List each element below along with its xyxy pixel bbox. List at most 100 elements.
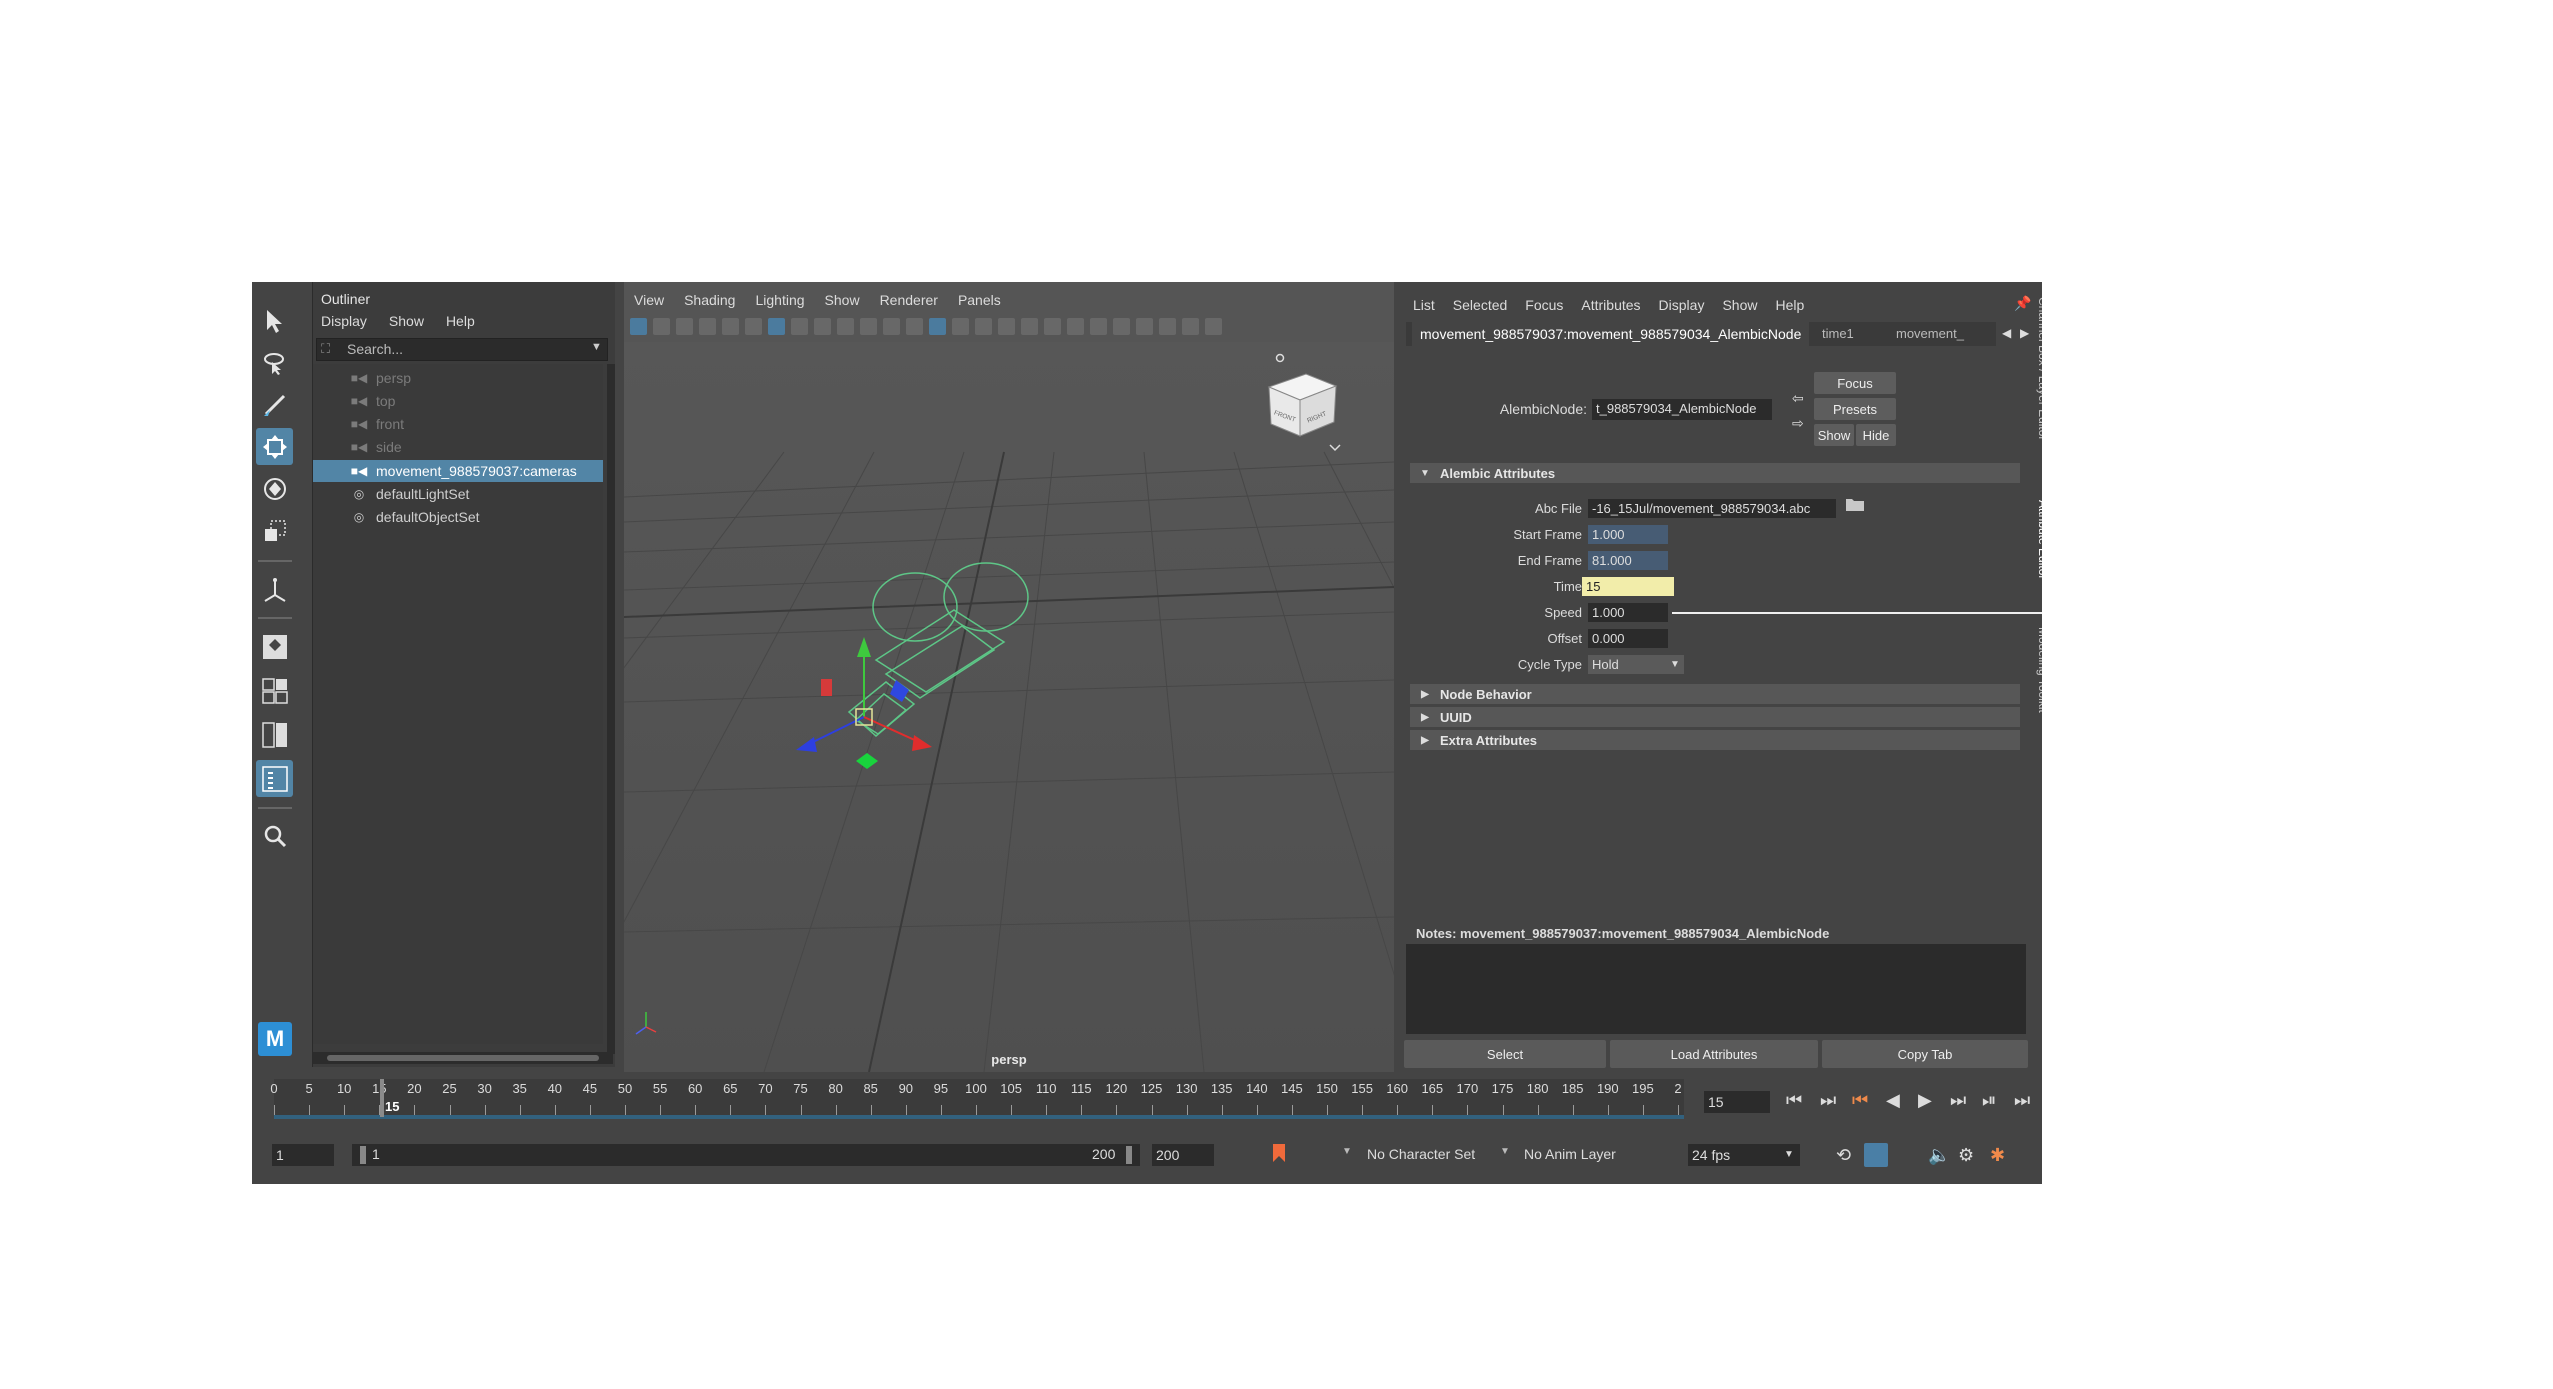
viewport-menu-renderer[interactable]: Renderer	[880, 292, 938, 308]
copy-tab-button[interactable]: Copy Tab	[1822, 1040, 2028, 1068]
folder-icon[interactable]	[1845, 496, 1865, 512]
output-connection-icon[interactable]: ⇨	[1792, 415, 1804, 432]
ae-menu-selected[interactable]: Selected	[1453, 297, 1507, 313]
input-connection-icon[interactable]: ⇦	[1792, 390, 1804, 407]
four-view-layout-icon[interactable]	[256, 672, 293, 709]
lasso-tool-icon[interactable]	[256, 344, 293, 381]
ae-menu-attributes[interactable]: Attributes	[1581, 297, 1640, 313]
play-backwards-icon[interactable]: ◀	[1886, 1091, 1900, 1109]
tab-scroll-right-icon[interactable]: ▶	[2020, 326, 2029, 340]
current-frame-field[interactable]: 15	[1704, 1091, 1770, 1113]
viewport-menu-view[interactable]: View	[634, 292, 664, 308]
ambient-occlusion-icon[interactable]	[1067, 317, 1084, 335]
start-frame-field[interactable]: 1.000	[1588, 525, 1668, 544]
select-button[interactable]: Select	[1404, 1040, 1606, 1068]
gate-mask-icon[interactable]	[837, 317, 854, 335]
search-input[interactable]: Search...	[347, 341, 403, 357]
current-time-indicator[interactable]	[380, 1079, 384, 1117]
outliner-persp-layout-icon[interactable]	[256, 760, 293, 797]
wireframe-on-shaded-icon[interactable]	[975, 317, 992, 335]
time-field[interactable]: 15	[1582, 577, 1674, 596]
select-camera-icon[interactable]	[630, 317, 647, 335]
load-attributes-button[interactable]: Load Attributes	[1610, 1040, 1818, 1068]
section-alembic-attributes[interactable]: ▼ Alembic Attributes	[1410, 463, 2020, 483]
outliner-item-side[interactable]: ■◀ side	[313, 436, 603, 458]
chevron-down-icon[interactable]: ▼	[1500, 1146, 1510, 1157]
node-name-field[interactable]: t_988579034_AlembicNode	[1592, 399, 1772, 420]
range-slider[interactable]: 1 200	[352, 1144, 1140, 1166]
maya-logo-icon[interactable]: M	[258, 1022, 292, 1056]
speed-slider[interactable]	[1672, 612, 2042, 614]
loop-icon[interactable]: ⟲	[1836, 1146, 1851, 1164]
ae-menu-show[interactable]: Show	[1722, 297, 1757, 313]
side-tab-modeling-toolkit[interactable]: Modeling Toolkit	[2030, 627, 2042, 713]
zoom-search-icon[interactable]	[256, 817, 293, 854]
safe-action-icon[interactable]	[883, 317, 900, 335]
image-plane-icon[interactable]	[699, 317, 716, 335]
viewport-menu-lighting[interactable]: Lighting	[755, 292, 804, 308]
field-chart-icon[interactable]	[860, 317, 877, 335]
step-forward-key-icon[interactable]: ⏯	[1982, 1091, 1996, 1109]
character-controls-icon[interactable]: ✱	[1990, 1146, 2005, 1164]
bookmark-icon[interactable]	[676, 317, 693, 335]
motion-blur-icon[interactable]	[1090, 317, 1107, 335]
xray-joints-icon[interactable]	[1205, 317, 1222, 335]
anim-layer-dropdown[interactable]: No Anim Layer	[1524, 1146, 1616, 1162]
step-back-frame-icon[interactable]: ⏮	[1852, 1091, 1868, 1109]
viewport-menu-shading[interactable]: Shading	[684, 292, 735, 308]
film-gate-icon[interactable]	[791, 317, 808, 335]
default-material-icon[interactable]	[952, 317, 969, 335]
presets-button[interactable]: Presets	[1814, 398, 1896, 420]
section-node-behavior[interactable]: ▶ Node Behavior	[1410, 684, 2020, 704]
tab-scroll-left-icon[interactable]: ◀	[2002, 326, 2011, 340]
use-all-lights-icon[interactable]	[1021, 317, 1038, 335]
move-tool-icon[interactable]	[256, 428, 293, 465]
show-button[interactable]: Show	[1814, 424, 1854, 446]
isolate-select-icon[interactable]	[1159, 317, 1176, 335]
ae-menu-display[interactable]: Display	[1659, 297, 1705, 313]
side-tab-channel-box[interactable]: Channel Box / Layer Editor	[2030, 297, 2042, 440]
paint-select-tool-icon[interactable]	[256, 386, 293, 423]
ae-menu-help[interactable]: Help	[1775, 297, 1804, 313]
step-back-key-icon[interactable]: ⏭	[1820, 1091, 1836, 1109]
ae-tab-movement[interactable]: movement_	[1896, 322, 1986, 346]
animation-preferences-icon[interactable]: ⚙	[1958, 1146, 1974, 1164]
outliner-item-default-object-set[interactable]: ◎ defaultObjectSet	[313, 506, 603, 528]
rotate-tool-icon[interactable]	[256, 470, 293, 507]
outliner-search-field[interactable]: ⛶ Search... ▼	[316, 338, 608, 361]
chevron-down-icon[interactable]: ▼	[1342, 1146, 1352, 1157]
go-to-start-icon[interactable]: ⏮	[1786, 1091, 1802, 1109]
outliner-menu-display[interactable]: Display	[321, 313, 367, 329]
ae-tab-time1[interactable]: time1	[1822, 322, 1854, 346]
outliner-item-cameras[interactable]: ■◀ movement_988579037:cameras	[313, 460, 603, 482]
notes-textarea[interactable]	[1406, 944, 2026, 1034]
grease-pencil-icon[interactable]	[745, 317, 762, 335]
two-d-pan-icon[interactable]	[722, 317, 739, 335]
play-forwards-icon[interactable]: ▶	[1918, 1091, 1932, 1109]
outliner-vertical-scrollbar[interactable]	[607, 364, 615, 1054]
shadows-icon[interactable]	[1044, 317, 1061, 335]
animation-end-field[interactable]: 200	[1152, 1144, 1214, 1166]
side-tab-attribute-editor[interactable]: Attribute Editor	[2030, 500, 2042, 579]
outliner-menu-show[interactable]: Show	[389, 313, 424, 329]
auto-key-icon[interactable]	[1270, 1142, 1290, 1166]
section-uuid[interactable]: ▶ UUID	[1410, 707, 2020, 727]
go-to-end-icon[interactable]: ⏭	[2014, 1091, 2030, 1109]
speed-field[interactable]: 1.000	[1588, 603, 1668, 622]
viewport-3d-scene[interactable]: FRONT RIGHT	[624, 342, 1394, 1072]
fps-dropdown[interactable]: 24 fps ▼	[1688, 1144, 1800, 1166]
outliner-horizontal-scrollbar[interactable]	[313, 1052, 613, 1064]
pin-icon[interactable]: 📌	[2014, 295, 2031, 312]
outliner-item-persp[interactable]: ■◀ persp	[313, 367, 603, 389]
sound-icon[interactable]: 🔈	[1928, 1146, 1950, 1164]
cycle-type-dropdown[interactable]: Hold ▼	[1588, 655, 1684, 674]
viewport-menu-show[interactable]: Show	[825, 292, 860, 308]
depth-of-field-icon[interactable]	[1136, 317, 1153, 335]
resolution-gate-icon[interactable]	[814, 317, 831, 335]
hide-button[interactable]: Hide	[1856, 424, 1896, 446]
single-perspective-view-icon[interactable]	[256, 628, 293, 665]
viewport-panel[interactable]: View Shading Lighting Show Renderer Pane…	[624, 282, 1394, 1072]
end-frame-field[interactable]: 81.000	[1588, 551, 1668, 570]
smooth-shade-icon[interactable]	[929, 317, 946, 335]
time-slider[interactable]: 0 5 10 15 20 25 30 35 40 45 50 55 60 65 70 75 80 85 90 95 10…	[252, 1077, 2042, 1127]
